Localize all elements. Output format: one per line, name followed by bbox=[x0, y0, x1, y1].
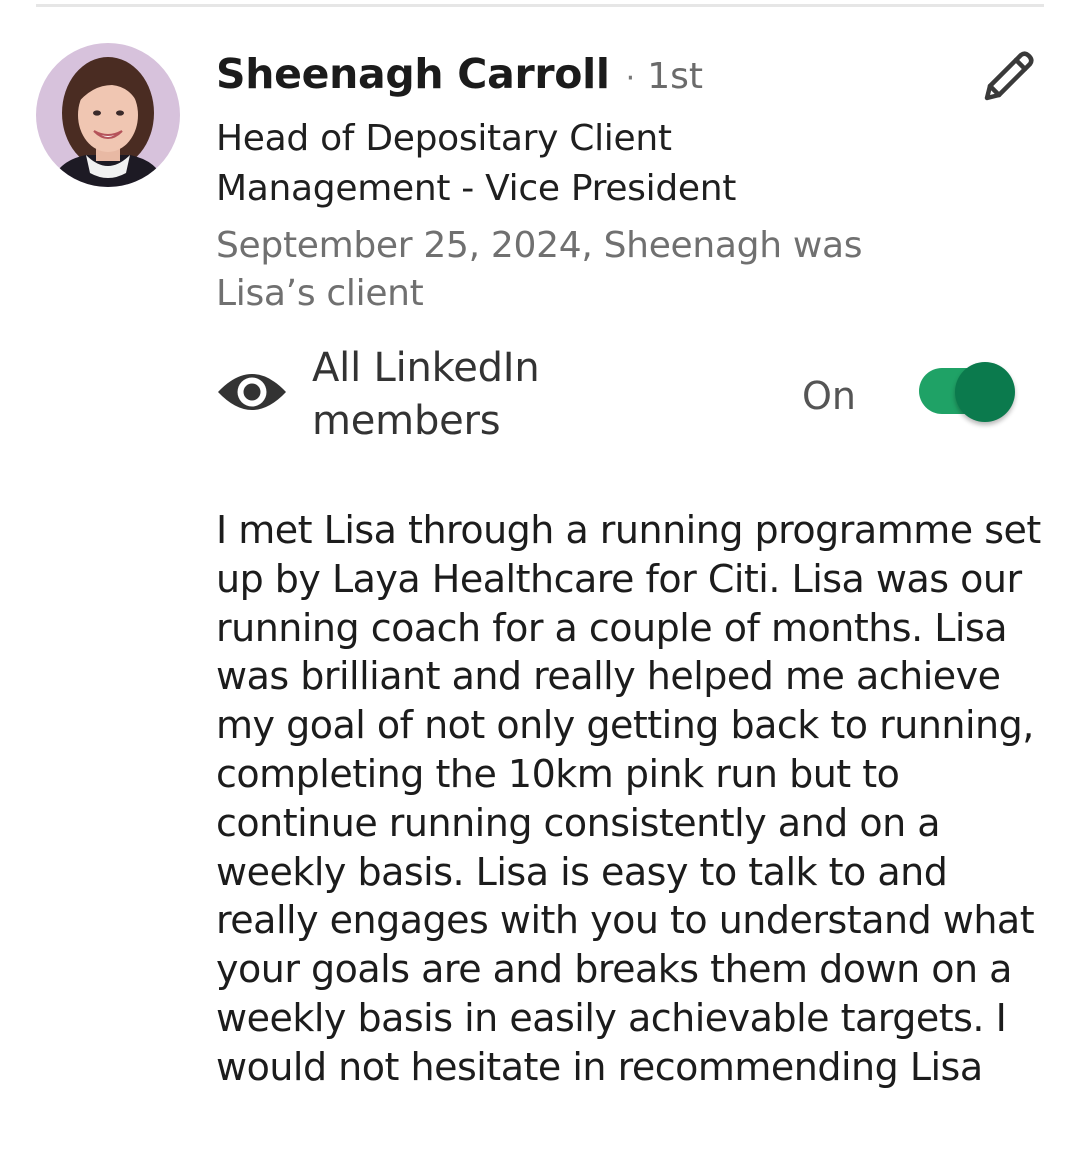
relationship-text: September 25, 2024, Sheenagh was Lisa’s … bbox=[216, 225, 863, 314]
pencil-icon bbox=[984, 51, 1034, 101]
eye-icon bbox=[218, 374, 286, 410]
top-divider bbox=[36, 4, 1044, 7]
edit-button[interactable] bbox=[972, 46, 1042, 110]
recommender-name[interactable]: Sheenagh Carroll bbox=[216, 50, 610, 98]
visibility-label: All LinkedIn members bbox=[312, 345, 540, 444]
separator-dot: · bbox=[625, 61, 636, 96]
toggle-knob[interactable] bbox=[955, 362, 1015, 422]
recommendation-text: I met Lisa through a running programme s… bbox=[216, 508, 1041, 1089]
toggle-state-label: On bbox=[802, 374, 856, 418]
connection-degree: 1st bbox=[647, 56, 703, 97]
name-row: Sheenagh Carroll · 1st bbox=[216, 50, 703, 110]
recommender-headline: Head of Depositary Client Management - V… bbox=[216, 118, 737, 209]
avatar[interactable] bbox=[36, 43, 180, 187]
